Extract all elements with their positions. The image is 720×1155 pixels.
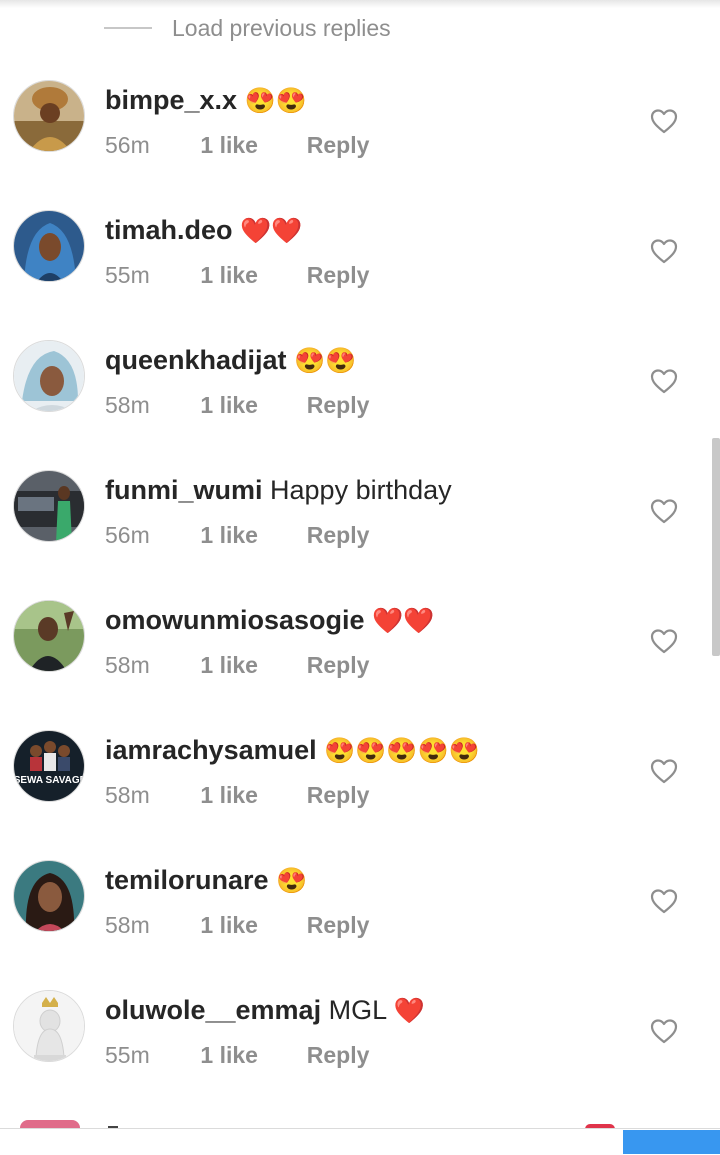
avatar[interactable] — [20, 1120, 80, 1128]
username[interactable]: funmi_wumi — [105, 475, 263, 505]
avatar[interactable] — [13, 470, 85, 542]
comment-emojis: 😍😍😍😍😍 — [324, 737, 480, 765]
likes-count[interactable]: 1 like — [200, 650, 300, 680]
comment-item: funmi_wumi Happy birthday 56m 1 like Rep… — [0, 470, 720, 600]
comment-time: 58m — [105, 652, 150, 678]
comment-meta: 56m 1 like Reply — [105, 130, 369, 160]
comment-emojis: 😍😍 — [294, 347, 357, 375]
comment-body: Happy birthday — [270, 475, 452, 505]
comment-time: 58m — [105, 912, 150, 938]
heart-outline-icon[interactable] — [650, 498, 678, 524]
comment-text: omowunmiosasogie ❤️❤️ — [105, 602, 434, 639]
username[interactable]: bimpe_x.x — [105, 85, 237, 115]
comment-emojis: ❤️❤️ — [240, 217, 303, 245]
comment-text: iamrachysamuel 😍😍😍😍😍 — [105, 732, 480, 769]
load-previous-line — [104, 27, 152, 29]
comment-text: bimpe_x.x 😍😍 — [105, 82, 307, 119]
comment-meta: 58m 1 like Reply — [105, 780, 369, 810]
avatar[interactable] — [13, 340, 85, 412]
avatar[interactable] — [13, 80, 85, 152]
reply-button[interactable]: Reply — [307, 650, 370, 680]
likes-count[interactable]: 1 like — [200, 910, 300, 940]
reply-button[interactable]: Reply — [307, 910, 370, 940]
reply-button[interactable]: Reply — [307, 390, 370, 420]
comment-meta: 56m 1 like Reply — [105, 520, 369, 550]
comment-meta: 58m 1 like Reply — [105, 910, 369, 940]
comment-text: timah.deo ❤️❤️ — [105, 212, 302, 249]
likes-count[interactable]: 1 like — [200, 520, 300, 550]
comment-time: 55m — [105, 1042, 150, 1068]
comment-emojis: 😍 — [276, 867, 308, 895]
comment-text: funmi_wumi Happy birthday — [105, 472, 452, 508]
avatar[interactable]: SEWA SAVAGE — [13, 730, 85, 802]
comment-time: 58m — [105, 782, 150, 808]
heart-outline-icon[interactable] — [650, 1018, 678, 1044]
comment-item: temilorunare 😍 58m 1 like Reply — [0, 860, 720, 990]
scrollbar[interactable] — [712, 438, 720, 656]
username[interactable]: temilorunare — [105, 865, 269, 895]
username[interactable]: queenkhadijat — [105, 345, 287, 375]
comment-text: oluwole__emmaj MGL ❤️ — [105, 992, 425, 1029]
likes-count[interactable]: 1 like — [200, 1040, 300, 1070]
avatar[interactable] — [13, 860, 85, 932]
comment-text: temilorunare 😍 — [105, 862, 307, 899]
heart-outline-icon[interactable] — [650, 758, 678, 784]
comment-emojis: 😍😍 — [244, 87, 307, 115]
comment-item: timah.deo ❤️❤️ 55m 1 like Reply — [0, 210, 720, 340]
comment-item: SEWA SAVAGE iamrachysamuel 😍😍😍😍😍 58m 1 l… — [0, 730, 720, 860]
comment-emojis: ❤️❤️ — [372, 607, 435, 635]
comment-item: oluwole__emmaj MGL ❤️ 55m 1 like Reply — [0, 990, 720, 1120]
heart-outline-icon[interactable] — [650, 888, 678, 914]
comment-item: bimpe_x.x 😍😍 56m 1 like Reply — [0, 80, 720, 210]
heart-outline-icon[interactable] — [650, 628, 678, 654]
heart-outline-icon[interactable] — [650, 368, 678, 394]
comment-meta: 55m 1 like Reply — [105, 1040, 369, 1070]
heart-outline-icon[interactable] — [650, 238, 678, 264]
top-divider — [0, 0, 720, 8]
comment-emojis: ❤️ — [393, 997, 425, 1025]
comment-text: queenkhadijat 😍😍 — [105, 342, 356, 379]
username[interactable]: iamrachysamuel — [105, 735, 317, 765]
avatar[interactable] — [13, 990, 85, 1062]
comment-meta: 58m 1 like Reply — [105, 650, 369, 680]
heart-outline-icon[interactable] — [650, 108, 678, 134]
likes-count[interactable]: 1 like — [200, 130, 300, 160]
comment-item: queenkhadijat 😍😍 58m 1 like Reply — [0, 340, 720, 470]
comment-body: MGL — [328, 995, 387, 1025]
comment-time: 56m — [105, 522, 150, 548]
comment-meta: 55m 1 like Reply — [105, 260, 369, 290]
comment-time: 58m — [105, 392, 150, 418]
post-button[interactable] — [623, 1130, 720, 1154]
comment-input-bar[interactable] — [0, 1128, 720, 1155]
svg-text:SEWA SAVAGE: SEWA SAVAGE — [14, 775, 85, 786]
likes-count[interactable]: 1 like — [200, 260, 300, 290]
avatar[interactable] — [13, 210, 85, 282]
likes-count[interactable]: 1 like — [200, 780, 300, 810]
reply-button[interactable]: Reply — [307, 130, 370, 160]
load-previous-replies[interactable]: Load previous replies — [104, 10, 391, 46]
reply-button[interactable]: Reply — [307, 260, 370, 290]
likes-count[interactable]: 1 like — [200, 390, 300, 420]
username[interactable]: omowunmiosasogie — [105, 605, 365, 635]
comment-time: 55m — [105, 262, 150, 288]
reply-button[interactable]: Reply — [307, 1040, 370, 1070]
load-previous-label: Load previous replies — [172, 14, 391, 41]
reply-button[interactable]: Reply — [307, 780, 370, 810]
comment-item: omowunmiosasogie ❤️❤️ 58m 1 like Reply — [0, 600, 720, 730]
comment-time: 56m — [105, 132, 150, 158]
comment-meta: 58m 1 like Reply — [105, 390, 369, 420]
username[interactable]: timah.deo — [105, 215, 233, 245]
username[interactable]: oluwole__emmaj — [105, 995, 321, 1025]
reply-button[interactable]: Reply — [307, 520, 370, 550]
avatar[interactable] — [13, 600, 85, 672]
